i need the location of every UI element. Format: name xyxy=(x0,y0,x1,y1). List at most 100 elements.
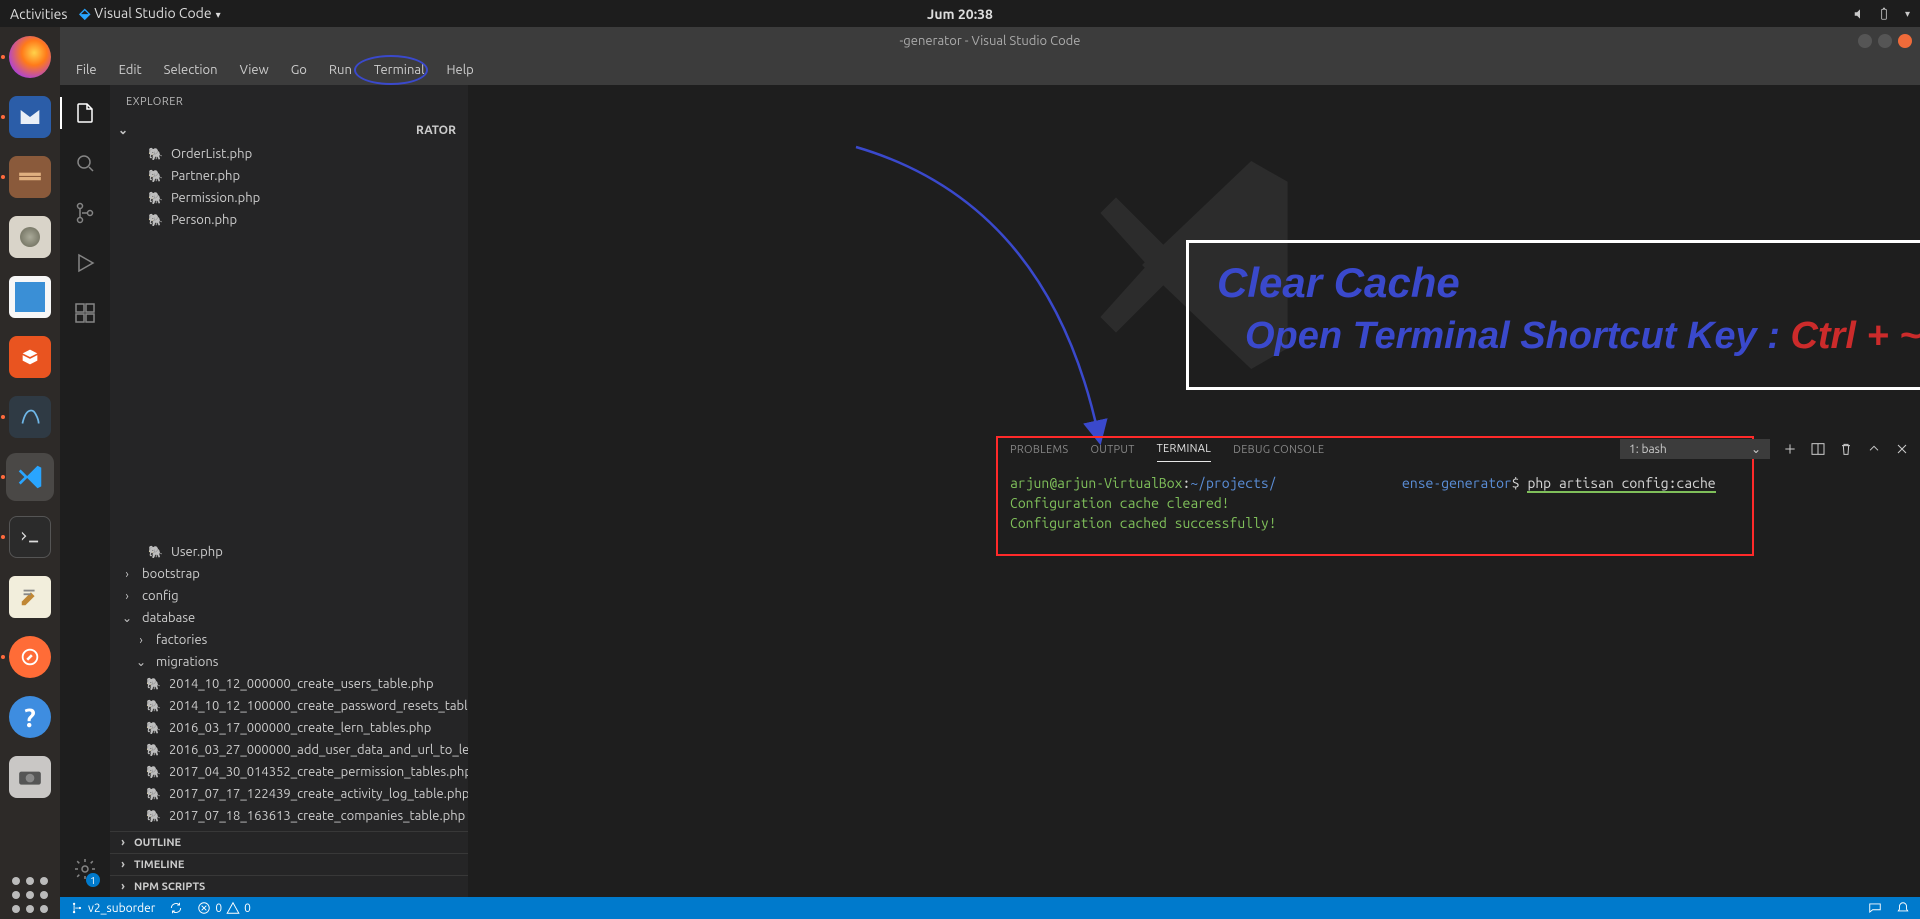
activity-settings[interactable]: 1 xyxy=(60,847,110,891)
tab-debug-console[interactable]: DEBUG CONSOLE xyxy=(1233,444,1324,462)
folder-config[interactable]: ›config xyxy=(110,585,468,607)
php-icon: 🐘 xyxy=(146,677,161,691)
sidebar-title: EXPLORER xyxy=(110,85,468,119)
tab-terminal[interactable]: TERMINAL xyxy=(1157,443,1212,462)
status-feedback[interactable] xyxy=(1868,901,1882,915)
folder-bootstrap[interactable]: ›bootstrap xyxy=(110,563,468,585)
dock-postman[interactable] xyxy=(6,633,54,681)
menu-go[interactable]: Go xyxy=(281,59,317,81)
file-item[interactable]: 🐘2014_10_12_100000_create_password_reset… xyxy=(110,695,468,717)
titlebar: -generator - Visual Studio Code xyxy=(60,27,1920,55)
bottom-panel: PROBLEMS OUTPUT TERMINAL DEBUG CONSOLE 1… xyxy=(998,435,1910,815)
folder-factories[interactable]: ›factories xyxy=(110,629,468,651)
dock-vscode[interactable] xyxy=(6,453,54,501)
file-item[interactable]: 🐘2016_03_27_000000_add_user_data_and_url… xyxy=(110,739,468,761)
status-bar: v2_suborder 0 0 xyxy=(60,897,1920,919)
menu-run[interactable]: Run xyxy=(319,59,362,81)
menu-selection[interactable]: Selection xyxy=(154,59,228,81)
menu-edit[interactable]: Edit xyxy=(109,59,152,81)
dock-camera[interactable] xyxy=(6,753,54,801)
php-icon: 🐘 xyxy=(146,787,161,801)
tab-problems[interactable]: PROBLEMS xyxy=(1010,444,1068,462)
dock-app-generic-1[interactable] xyxy=(6,213,54,261)
php-icon: 🐘 xyxy=(148,147,163,161)
menu-view[interactable]: View xyxy=(230,59,279,81)
dock-firefox[interactable] xyxy=(6,33,54,81)
terminal-command: php artisan config:cache xyxy=(1527,475,1715,493)
status-sync[interactable] xyxy=(169,901,183,915)
window-minimize[interactable] xyxy=(1858,34,1872,48)
close-panel-icon[interactable] xyxy=(1894,441,1910,457)
settings-badge: 1 xyxy=(86,873,100,887)
file-item[interactable]: 🐘2014_10_12_000000_create_users_table.ph… xyxy=(110,673,468,695)
dock-libreoffice-writer[interactable] xyxy=(6,273,54,321)
terminal-selector[interactable]: 1: bash⌄ xyxy=(1620,439,1770,459)
activity-source-control[interactable] xyxy=(60,191,110,235)
dock-mysql-workbench[interactable] xyxy=(6,393,54,441)
dock-terminal[interactable] xyxy=(6,513,54,561)
maximize-panel-icon[interactable] xyxy=(1866,441,1882,457)
file-item[interactable]: 🐘Permission.php xyxy=(110,187,468,209)
status-problems[interactable]: 0 0 xyxy=(197,901,251,915)
dock-ubuntu-software[interactable] xyxy=(6,333,54,381)
php-icon: 🐘 xyxy=(148,213,163,227)
gnome-top-bar: Activities ⬙Visual Studio Code▾ Jum 20:3… xyxy=(0,0,1920,27)
file-item[interactable]: 🐘Person.php xyxy=(110,209,468,231)
status-branch[interactable]: v2_suborder xyxy=(70,901,155,915)
folder-database[interactable]: ⌄database xyxy=(110,607,468,629)
activity-explorer[interactable] xyxy=(60,91,110,135)
tab-output[interactable]: OUTPUT xyxy=(1090,444,1134,462)
annotation-subtitle: Open Terminal Shortcut Key : Ctrl + ~ xyxy=(1245,315,1920,358)
annotation-overlay: Clear Cache Open Terminal Shortcut Key :… xyxy=(1186,240,1920,390)
php-icon: 🐘 xyxy=(146,743,161,757)
dock-help[interactable]: ? xyxy=(6,693,54,741)
explorer-sidebar: EXPLORER ⌄RATOR 🐘OrderList.php🐘Partner.p… xyxy=(110,85,468,897)
dock-files[interactable] xyxy=(6,153,54,201)
file-item[interactable]: 🐘OrderList.php xyxy=(110,143,468,165)
vscode-window: -generator - Visual Studio Code File Edi… xyxy=(60,27,1920,919)
window-maximize[interactable] xyxy=(1878,34,1892,48)
php-icon: 🐘 xyxy=(146,721,161,735)
system-tray[interactable]: ▾ xyxy=(1853,7,1910,21)
php-icon: 🐘 xyxy=(148,191,163,205)
php-icon: 🐘 xyxy=(146,765,161,779)
annotation-title: Clear Cache xyxy=(1217,259,1920,307)
activity-run-debug[interactable] xyxy=(60,241,110,285)
ubuntu-dock: ? xyxy=(0,27,60,919)
dock-thunderbird[interactable] xyxy=(6,93,54,141)
editor-area: Clear Cache Open Terminal Shortcut Key :… xyxy=(468,85,1920,897)
kill-terminal-icon[interactable] xyxy=(1838,441,1854,457)
battery-icon xyxy=(1877,7,1891,21)
section-outline[interactable]: ›OUTLINE xyxy=(110,831,468,853)
activity-extensions[interactable] xyxy=(60,291,110,335)
activity-bar: 1 xyxy=(60,85,110,897)
menu-help[interactable]: Help xyxy=(436,59,483,81)
file-tree: 🐘OrderList.php🐘Partner.php🐘Permission.ph… xyxy=(110,141,468,831)
menu-file[interactable]: File xyxy=(66,59,107,81)
status-notifications[interactable] xyxy=(1896,901,1910,915)
file-item[interactable]: 🐘2017_07_18_163613_create_companies_tabl… xyxy=(110,805,468,827)
activities-button[interactable]: Activities xyxy=(10,6,67,22)
new-terminal-icon[interactable] xyxy=(1782,441,1798,457)
file-item[interactable]: 🐘2016_03_17_000000_create_lern_tables.ph… xyxy=(110,717,468,739)
dock-text-editor[interactable] xyxy=(6,573,54,621)
file-item[interactable]: 🐘2017_07_17_122439_create_activity_log_t… xyxy=(110,783,468,805)
file-item[interactable]: 🐘2017_04_30_014352_create_permission_tab… xyxy=(110,761,468,783)
app-menu[interactable]: ⬙Visual Studio Code▾ xyxy=(79,5,220,22)
workspace-header[interactable]: ⌄RATOR xyxy=(110,119,468,141)
window-title: -generator - Visual Studio Code xyxy=(900,34,1081,48)
activity-search[interactable] xyxy=(60,141,110,185)
dock-show-apps[interactable] xyxy=(6,871,54,919)
file-item[interactable]: 🐘User.php xyxy=(110,541,468,563)
php-icon: 🐘 xyxy=(148,545,163,559)
section-npm-scripts[interactable]: ›NPM SCRIPTS xyxy=(110,875,468,897)
split-terminal-icon[interactable] xyxy=(1810,441,1826,457)
menu-terminal[interactable]: Terminal xyxy=(364,59,435,81)
sound-icon xyxy=(1853,7,1867,21)
section-timeline[interactable]: ›TIMELINE xyxy=(110,853,468,875)
terminal-output[interactable]: arjun@arjun-VirtualBox:~/projects/ ense-… xyxy=(998,469,1910,533)
window-close[interactable] xyxy=(1898,34,1912,48)
clock[interactable]: Jum 20:38 xyxy=(927,6,993,22)
file-item[interactable]: 🐘Partner.php xyxy=(110,165,468,187)
folder-migrations[interactable]: ⌄migrations xyxy=(110,651,468,673)
